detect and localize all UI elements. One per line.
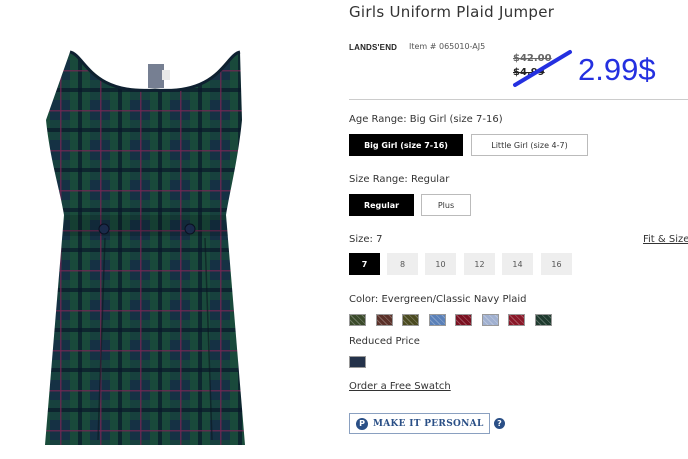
size-range-regular[interactable]: Regular bbox=[349, 194, 414, 216]
product-title: Girls Uniform Plaid Jumper bbox=[349, 3, 555, 21]
new-price-annotation: 2.99$ bbox=[578, 52, 656, 87]
divider bbox=[349, 99, 688, 100]
product-image bbox=[45, 50, 245, 445]
color-swatch[interactable] bbox=[349, 314, 366, 326]
color-swatch[interactable] bbox=[455, 314, 472, 326]
item-number: Item # 065010-AJ5 bbox=[409, 42, 486, 51]
brand-logo: LANDS'END bbox=[349, 43, 398, 52]
price-strike-mark bbox=[513, 50, 572, 87]
size-option-8[interactable]: 8 bbox=[387, 253, 418, 275]
color-swatch[interactable] bbox=[508, 314, 525, 326]
make-it-personal-button[interactable]: P MAKE IT PERSONAL bbox=[349, 413, 490, 434]
color-swatch[interactable] bbox=[402, 314, 419, 326]
fit-size-link[interactable]: Fit & Size bbox=[643, 234, 688, 245]
order-swatch-link[interactable]: Order a Free Swatch bbox=[349, 381, 451, 392]
color-swatch[interactable] bbox=[375, 314, 393, 326]
color-label: Color: Evergreen/Classic Navy Plaid bbox=[349, 294, 527, 305]
size-range-label: Size Range: Regular bbox=[349, 174, 450, 185]
size-option-12[interactable]: 12 bbox=[464, 253, 495, 275]
size-option-7[interactable]: 7 bbox=[349, 253, 380, 275]
color-swatch[interactable] bbox=[534, 314, 552, 326]
age-option-little-girl[interactable]: Little Girl (size 4-7) bbox=[471, 134, 588, 156]
size-option-14[interactable]: 14 bbox=[502, 253, 533, 275]
reduced-price-label: Reduced Price bbox=[349, 336, 420, 347]
age-range-label: Age Range: Big Girl (size 7-16) bbox=[349, 114, 503, 125]
personalize-icon: P bbox=[356, 417, 368, 430]
reduced-color-swatch[interactable] bbox=[349, 356, 366, 368]
size-option-16[interactable]: 16 bbox=[541, 253, 572, 275]
help-icon[interactable]: ? bbox=[494, 418, 505, 429]
size-range-plus[interactable]: Plus bbox=[421, 194, 471, 216]
color-swatch[interactable] bbox=[428, 314, 446, 326]
make-it-personal-label: MAKE IT PERSONAL bbox=[373, 418, 484, 429]
age-option-big-girl[interactable]: Big Girl (size 7-16) bbox=[349, 134, 463, 156]
color-swatch[interactable] bbox=[481, 314, 499, 326]
size-option-10[interactable]: 10 bbox=[425, 253, 456, 275]
size-label: Size: 7 bbox=[349, 234, 383, 245]
